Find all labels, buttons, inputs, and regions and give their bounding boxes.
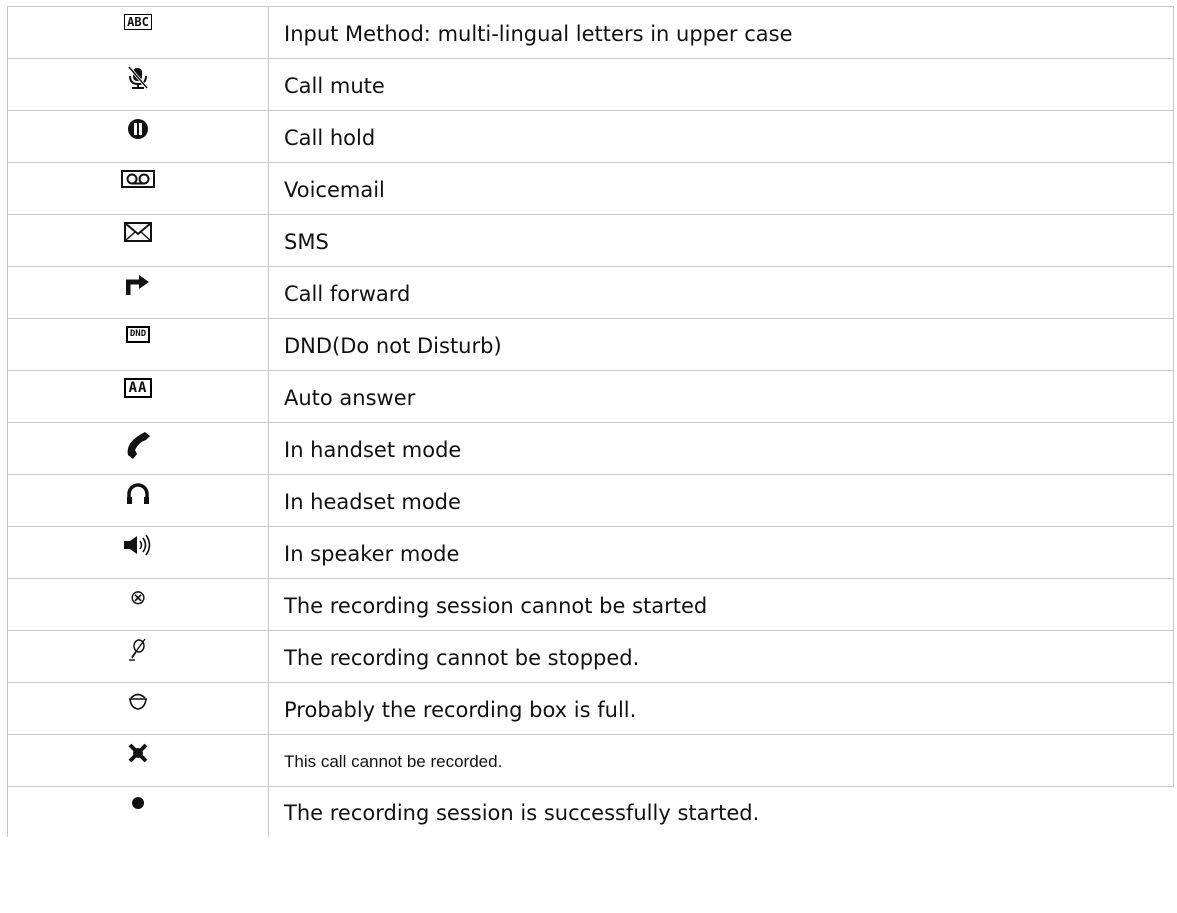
voicemail-icon <box>121 170 155 188</box>
table-row: Probably the recording box is full. <box>7 683 1174 735</box>
dnd-icon: DND <box>125 326 151 343</box>
handset-icon <box>125 430 151 460</box>
abc-input-icon: ABC <box>124 14 152 30</box>
row-description: Call forward <box>269 267 1174 318</box>
table-row: Voicemail <box>7 163 1174 215</box>
x-mark-icon <box>127 742 149 764</box>
forward-arrow-icon <box>126 274 150 296</box>
headset-icon <box>126 482 150 506</box>
row-description: The recording session is successfully st… <box>284 801 760 825</box>
row-description: The recording session cannot be started <box>269 579 1174 630</box>
mute-microphone-icon <box>127 66 149 90</box>
icon-legend-table: ABC Input Method: multi-lingual letters … <box>7 6 1174 837</box>
row-description: In handset mode <box>269 423 1174 474</box>
table-row: Call mute <box>7 59 1174 111</box>
row-description: In headset mode <box>269 475 1174 526</box>
row-description: Call mute <box>269 59 1174 110</box>
row-description: Probably the recording box is full. <box>269 683 1174 734</box>
table-row: In headset mode <box>7 475 1174 527</box>
speaker-icon <box>123 534 153 556</box>
row-description: Input Method: multi-lingual letters in u… <box>269 7 1174 58</box>
table-row: In speaker mode <box>7 527 1174 579</box>
record-dot-icon <box>130 794 146 812</box>
row-description: Voicemail <box>269 163 1174 214</box>
table-row: ⊗ The recording session cannot be starte… <box>7 579 1174 631</box>
row-description: This call cannot be recorded. <box>269 735 1174 786</box>
table-row: In handset mode <box>7 423 1174 475</box>
table-row: ABC Input Method: multi-lingual letters … <box>7 6 1174 59</box>
table-row: DND DND(Do not Disturb) <box>7 319 1174 371</box>
table-row: Call forward <box>7 267 1174 319</box>
row-description: In speaker mode <box>269 527 1174 578</box>
auto-answer-icon: AA <box>123 378 153 398</box>
table-row: SMS <box>7 215 1174 267</box>
row-description: Auto answer <box>269 371 1174 422</box>
row-description: Call hold <box>269 111 1174 162</box>
row-description: SMS <box>269 215 1174 266</box>
pause-icon <box>127 118 149 140</box>
mic-crossed-icon <box>128 638 148 662</box>
table-row: The recording cannot be stopped. <box>7 631 1174 683</box>
table-row: This call cannot be recorded. <box>7 735 1174 787</box>
envelope-icon <box>124 222 152 242</box>
row-description: DND(Do not Disturb) <box>269 319 1174 370</box>
box-full-icon <box>127 690 149 712</box>
table-row: Call hold <box>7 111 1174 163</box>
table-row: The recording session is successfully st… <box>7 787 1174 837</box>
row-description: The recording cannot be stopped. <box>269 631 1174 682</box>
cancel-circle-icon: ⊗ <box>129 585 147 609</box>
table-row: AA Auto answer <box>7 371 1174 423</box>
